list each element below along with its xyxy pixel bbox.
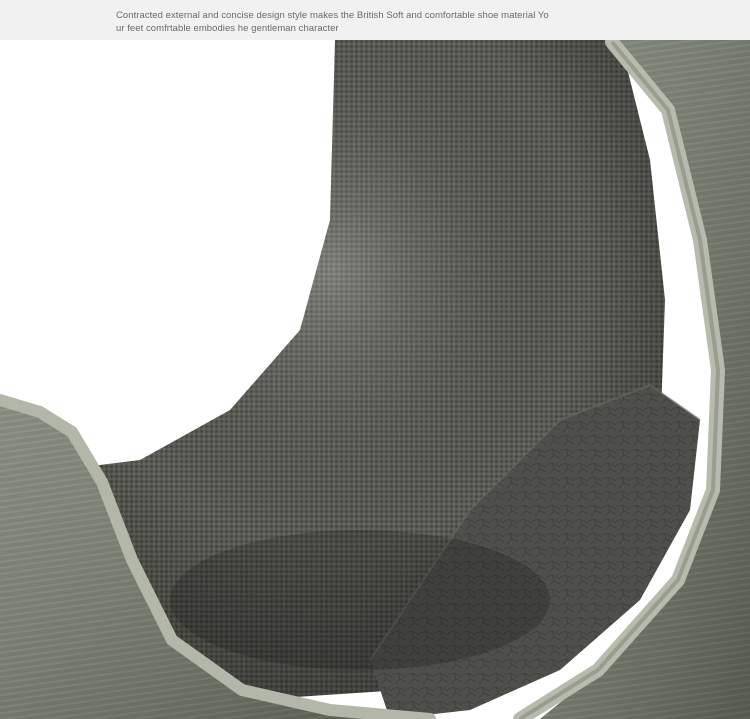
- caption-band: Contracted external and concise design s…: [0, 0, 750, 40]
- product-description: Contracted external and concise design s…: [116, 9, 556, 35]
- shoe-interior-photo: [0, 40, 750, 719]
- description-line-2: ur feet comfrtable embodies he gentleman…: [116, 23, 339, 34]
- product-detail-page: Contracted external and concise design s…: [0, 0, 750, 719]
- description-line-1: Contracted external and concise design s…: [116, 10, 549, 21]
